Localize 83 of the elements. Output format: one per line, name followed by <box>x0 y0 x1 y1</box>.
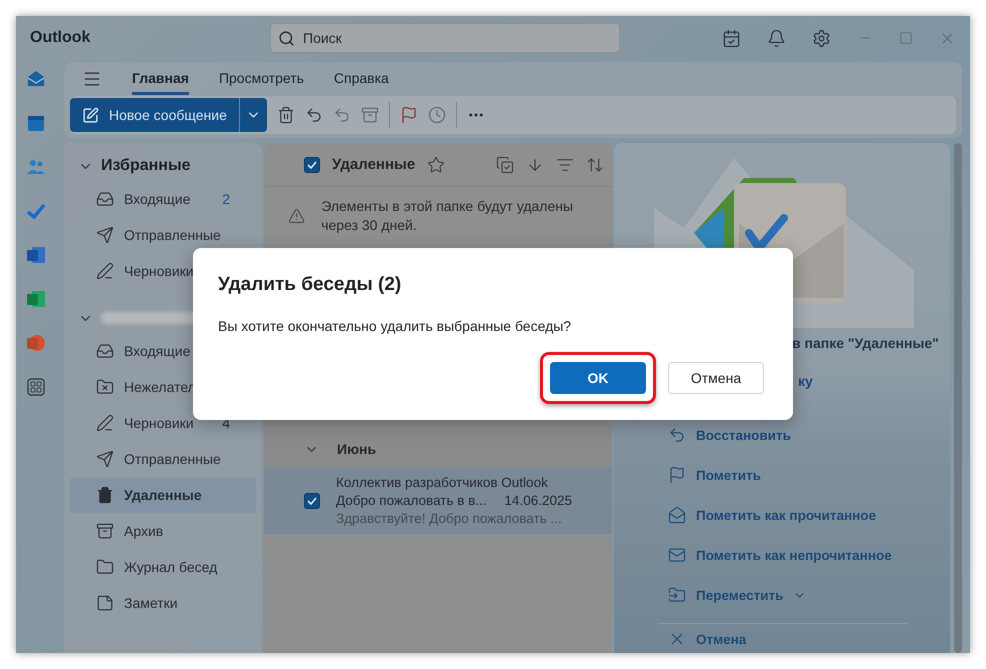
folder-item[interactable]: Отправленные <box>70 441 256 477</box>
folder-label: Отправленные <box>124 451 221 467</box>
action-link[interactable]: Переместить <box>668 575 950 615</box>
action-link[interactable]: Пометить как прочитанное <box>668 495 950 535</box>
reading-pane-heading: в папке "Удаленные" <box>792 335 940 351</box>
checkmark-icon <box>306 158 318 170</box>
message-item[interactable]: Коллектив разработчиков Outlook Добро пожаловать в в... 14.06.2025 Здравствуйте! Добро пожаловать ... <box>264 467 612 534</box>
trash-icon <box>96 486 114 504</box>
new-message-dropdown[interactable] <box>238 98 267 132</box>
select-all-checkbox[interactable] <box>304 156 320 172</box>
folder-title: Удаленные <box>332 156 416 173</box>
folder-item[interactable]: Журнал бесед <box>70 549 256 585</box>
folder-label: Архив <box>124 523 164 539</box>
flag-icon[interactable] <box>400 106 418 124</box>
settings-icon[interactable] <box>812 28 831 48</box>
select-icon[interactable] <box>496 156 514 174</box>
folder-item[interactable]: Архив <box>70 513 256 549</box>
folder-label: Черновики <box>124 415 194 431</box>
envelope-icon <box>668 546 686 564</box>
folder-label: Входящие <box>124 343 190 359</box>
bell-icon[interactable] <box>767 28 786 48</box>
action-link[interactable]: Пометить <box>668 455 950 495</box>
folder-item[interactable]: Удаленные <box>70 477 256 513</box>
folder-item[interactable]: Заметки <box>70 585 256 621</box>
dialog-button[interactable]: OK <box>550 362 646 394</box>
word-icon[interactable] <box>25 244 47 266</box>
folder-item[interactable]: Входящие <box>70 333 256 369</box>
new-message-button[interactable]: Новое сообщение <box>70 98 239 132</box>
apps-icon[interactable] <box>25 376 47 398</box>
send-icon <box>96 450 114 468</box>
clock-icon[interactable] <box>428 106 446 124</box>
folder-label: Черновики <box>124 263 194 279</box>
group-title: Избранные <box>101 157 190 175</box>
undo-icon[interactable] <box>304 106 323 124</box>
undo-icon[interactable] <box>332 106 351 124</box>
folder-notice: Элементы в этой папке будут удалены через 30 дней. <box>321 197 574 235</box>
flag-icon <box>668 466 686 484</box>
folder-x-icon <box>96 378 114 396</box>
inbox-icon <box>96 190 114 208</box>
ribbon-tab[interactable]: Просмотреть <box>218 64 304 94</box>
message-sender: Коллектив разработчиков Outlook <box>336 475 549 490</box>
folder-label: Входящие <box>124 191 190 207</box>
folder-label: Заметки <box>124 595 178 611</box>
undo-icon <box>668 426 686 444</box>
folder-icon <box>96 558 114 576</box>
note-icon <box>96 594 114 612</box>
folder-label: Удаленные <box>124 487 202 503</box>
app-title: Outlook <box>30 29 92 47</box>
group-header[interactable]: Июнь <box>264 431 612 467</box>
folder-arrow-icon <box>668 586 686 604</box>
dialog-message: Вы хотите окончательно удалить выбранные беседы? <box>218 318 572 334</box>
message-date: 14.06.2025 <box>504 493 572 508</box>
action-link[interactable]: Восстановить <box>668 415 950 455</box>
ribbon-tab[interactable]: Справка <box>334 64 389 94</box>
dialog-title: Удалить беседы (2) <box>218 274 402 296</box>
folder-item[interactable]: Входящие 2 <box>70 181 256 217</box>
group-label: Июнь <box>337 441 376 457</box>
archive-icon[interactable] <box>360 106 379 124</box>
message-preview: Здравствуйте! Добро пожаловать ... <box>336 511 563 526</box>
message-checkbox[interactable] <box>304 492 320 508</box>
archive-icon <box>96 522 114 540</box>
scrollbar[interactable] <box>954 143 962 653</box>
pencil-icon <box>96 262 114 280</box>
unread-count: 2 <box>222 191 230 207</box>
inbox-icon <box>96 342 114 360</box>
sort-icon[interactable] <box>586 156 604 174</box>
calendar-check-icon[interactable] <box>722 28 741 48</box>
message-subject: Добро пожаловать в в... <box>336 493 487 508</box>
folder-label: Отправленные <box>124 227 221 243</box>
action-link[interactable]: Пометить как непрочитанное <box>668 535 950 575</box>
compose-icon <box>82 106 99 124</box>
folder-item[interactable]: Отправленные <box>70 217 256 253</box>
folder-label: Журнал бесед <box>124 559 218 575</box>
action-link[interactable]: ку <box>798 373 813 389</box>
dialog-button[interactable]: Отмена <box>668 362 764 394</box>
checkmark-icon <box>306 494 318 506</box>
trash-icon[interactable] <box>276 106 295 124</box>
send-icon <box>96 226 114 244</box>
search-field[interactable]: Поиск <box>270 23 620 53</box>
search-icon <box>278 30 295 47</box>
star-icon[interactable] <box>427 156 446 174</box>
pencil-icon <box>96 414 114 432</box>
open-envelope-icon <box>668 506 686 524</box>
